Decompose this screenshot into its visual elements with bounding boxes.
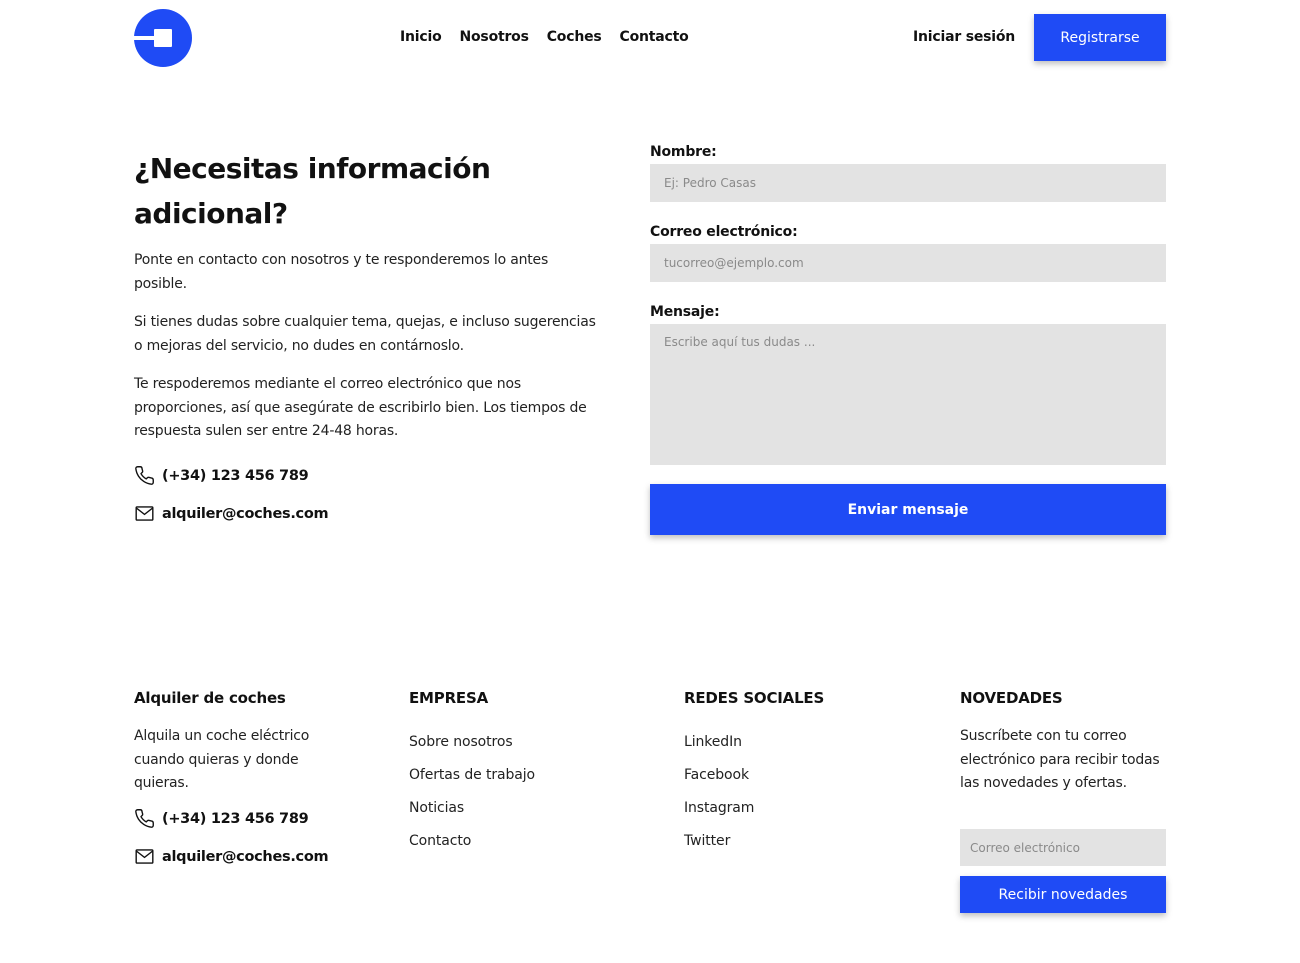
name-input[interactable] (650, 164, 1166, 202)
logo-square (154, 29, 172, 47)
mail-icon (135, 506, 154, 521)
email-label: Correo electrónico: (650, 224, 798, 240)
footer-email: alquiler@coches.com (134, 846, 329, 867)
nav-item-inicio[interactable]: Inicio (400, 29, 442, 45)
email-input[interactable] (650, 244, 1166, 282)
mail-icon (135, 849, 154, 864)
register-button[interactable]: Registrarse (1034, 14, 1166, 61)
list-item: Instagram (684, 792, 754, 825)
message-textarea[interactable] (650, 324, 1166, 465)
footer-link-linkedin[interactable]: LinkedIn (684, 734, 742, 750)
newsletter-description: Suscríbete con tu correo electrónico par… (960, 728, 1160, 791)
footer-social-list: LinkedIn Facebook Instagram Twitter (684, 726, 754, 858)
footer-link-contacto[interactable]: Contacto (409, 833, 471, 849)
footer-link-twitter[interactable]: Twitter (684, 833, 730, 849)
list-item: Contacto (409, 825, 535, 858)
footer-link-instagram[interactable]: Instagram (684, 800, 754, 816)
contact-email-text: alquiler@coches.com (162, 505, 329, 522)
login-link[interactable]: Iniciar sesión (913, 29, 1015, 45)
footer-link-sobre-nosotros[interactable]: Sobre nosotros (409, 734, 513, 750)
footer-social-heading: REDES SOCIALES (684, 689, 825, 707)
phone-icon (135, 466, 154, 485)
list-item: Twitter (684, 825, 754, 858)
main-nav: Inicio Nosotros Coches Contacto (400, 29, 689, 45)
footer-phone-text: (+34) 123 456 789 (162, 810, 309, 827)
intro-paragraph-2: Si tienes dudas sobre cualquier tema, qu… (134, 314, 596, 354)
newsletter-subscribe-button[interactable]: Recibir novedades (960, 876, 1166, 913)
contact-phone-text: (+34) 123 456 789 (162, 467, 309, 484)
footer-link-ofertas-trabajo[interactable]: Ofertas de trabajo (409, 767, 535, 783)
footer-link-facebook[interactable]: Facebook (684, 767, 749, 783)
footer-company-heading: Alquiler de coches (134, 689, 286, 707)
send-message-button[interactable]: Enviar mensaje (650, 484, 1166, 535)
nav-item-coches[interactable]: Coches (547, 29, 602, 45)
phone-icon (135, 809, 154, 828)
footer-company-description: Alquila un coche eléctrico cuando quiera… (134, 728, 310, 791)
footer-empresa-heading: EMPRESA (409, 689, 488, 707)
nav-item-contacto[interactable]: Contacto (620, 29, 689, 45)
list-item: Ofertas de trabajo (409, 759, 535, 792)
name-label: Nombre: (650, 144, 717, 160)
footer-email-text: alquiler@coches.com (162, 848, 329, 865)
contact-email: alquiler@coches.com (134, 503, 329, 524)
message-label: Mensaje: (650, 304, 720, 320)
list-item: Facebook (684, 759, 754, 792)
list-item: LinkedIn (684, 726, 754, 759)
list-item: Sobre nosotros (409, 726, 535, 759)
newsletter-email-input[interactable] (960, 829, 1166, 866)
intro-paragraph-1: Ponte en contacto con nosotros y te resp… (134, 252, 549, 292)
nav-item-nosotros[interactable]: Nosotros (460, 29, 529, 45)
logo-icon[interactable] (134, 9, 192, 67)
footer-empresa-list: Sobre nosotros Ofertas de trabajo Notici… (409, 726, 535, 858)
intro-paragraph-3: Te respoderemos mediante el correo elect… (134, 376, 587, 439)
footer-phone: (+34) 123 456 789 (134, 808, 309, 829)
page-title: ¿Necesitas información adicional? (134, 152, 491, 230)
footer-newsletter-heading: NOVEDADES (960, 689, 1063, 707)
contact-phone: (+34) 123 456 789 (134, 465, 309, 486)
list-item: Noticias (409, 792, 535, 825)
footer-link-noticias[interactable]: Noticias (409, 800, 464, 816)
